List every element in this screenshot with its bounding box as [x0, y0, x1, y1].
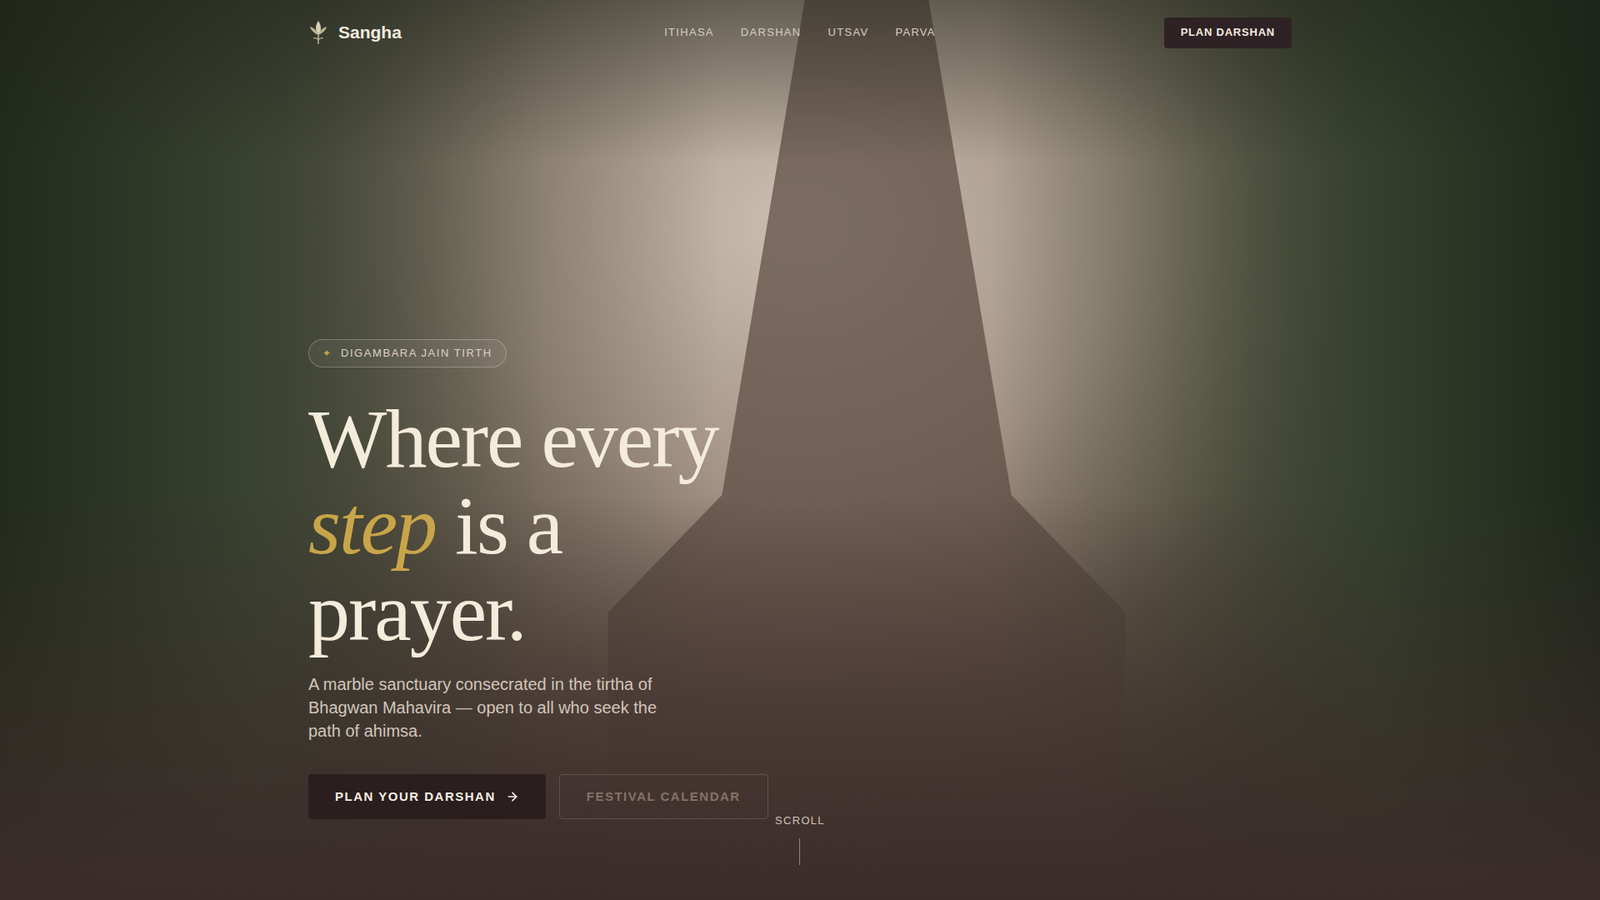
- heading-accent: step: [308, 479, 436, 572]
- hero-heading: Where everystep is aprayer.: [308, 395, 719, 656]
- hero-photo: [0, 0, 1600, 900]
- brand[interactable]: Sangha: [308, 19, 525, 46]
- festival-calendar-button[interactable]: FESTIVAL CALENDAR: [559, 774, 769, 820]
- nav-link[interactable]: UTSAV: [828, 24, 870, 41]
- plan-your-darshan-button[interactable]: PLAN YOUR DARSHAN: [308, 774, 546, 820]
- hero-actions: PLAN YOUR DARSHAN FESTIVAL CALENDAR: [308, 774, 769, 820]
- nav-link[interactable]: PARVA: [895, 24, 935, 41]
- plan-darshan-button[interactable]: PLAN DARSHAN: [1164, 17, 1292, 49]
- nav-link[interactable]: DARSHAN: [740, 24, 802, 41]
- arrow-right-icon: [505, 790, 520, 804]
- hero: ✦DIGAMBARA JAIN TIRTH Where everystep is …: [0, 65, 1600, 900]
- lotus-logo-icon: [308, 20, 329, 45]
- scroll-indicator[interactable]: SCROLL: [775, 812, 825, 866]
- scroll-line: [799, 838, 800, 865]
- landing-page: Sangha ITIHASA DARSHAN UTSAV PARVA PLAN DARSH…: [0, 0, 1600, 900]
- nav-links: ITIHASA DARSHAN UTSAV PARVA: [664, 24, 936, 41]
- hero-description: A marble sanctuary consecrated in the ti…: [308, 672, 675, 743]
- brand-name: Sangha: [338, 19, 402, 46]
- top-nav: Sangha ITIHASA DARSHAN UTSAV PARVA PLAN DARSH…: [0, 0, 1600, 65]
- sparkle-icon: ✦: [322, 345, 331, 361]
- nav-link[interactable]: ITIHASA: [664, 24, 715, 41]
- hero-badge: ✦DIGAMBARA JAIN TIRTH: [308, 339, 507, 368]
